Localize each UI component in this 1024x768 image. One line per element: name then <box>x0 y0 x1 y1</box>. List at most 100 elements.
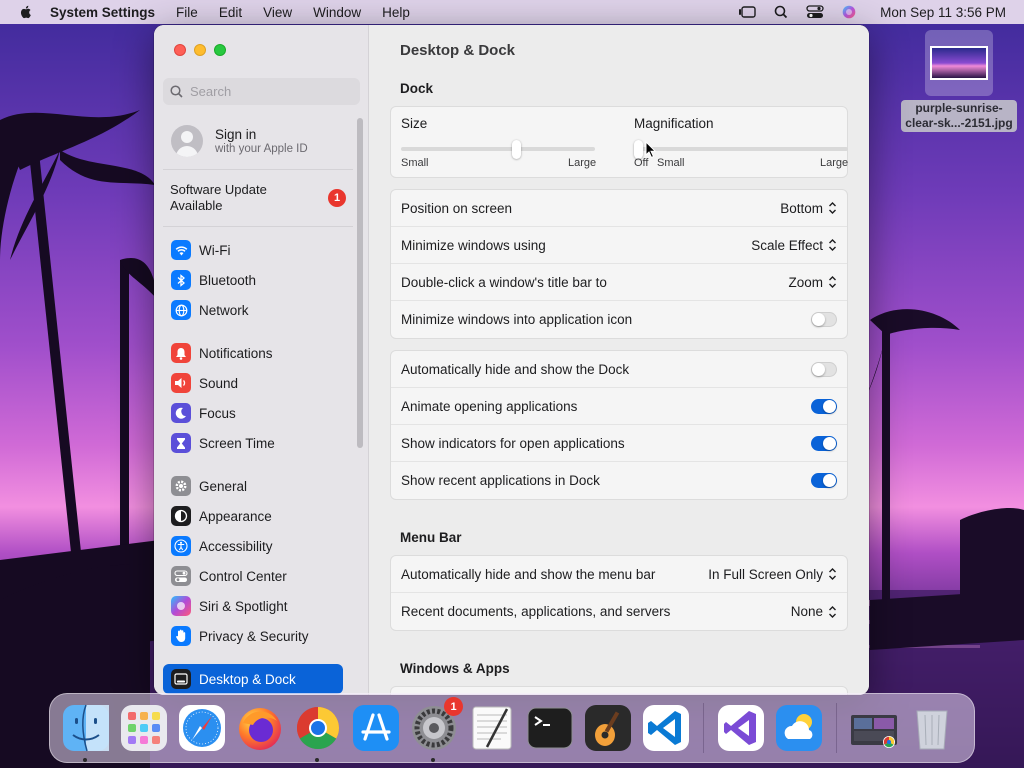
size-slider-knob[interactable] <box>512 140 521 159</box>
recent-documents-popup[interactable]: None <box>791 604 837 619</box>
siri-icon <box>171 596 191 616</box>
menu-help[interactable]: Help <box>382 5 410 20</box>
dock-garageband[interactable] <box>583 703 633 753</box>
sidebar-item-notifications[interactable]: Notifications <box>163 338 353 368</box>
size-slider-track[interactable] <box>401 147 595 151</box>
animate-opening-apps-toggle[interactable] <box>811 398 837 414</box>
auto-hide-menu-bar-popup[interactable]: In Full Screen Only <box>708 567 837 582</box>
sidebar-scrollbar[interactable] <box>357 118 363 448</box>
menu-view[interactable]: View <box>263 5 292 20</box>
dock-size-magnification-card: Size Small Large Magnification Off Small… <box>390 106 848 178</box>
sidebar-item-control-center[interactable]: Control Center <box>163 561 353 591</box>
dock-visual-studio[interactable] <box>716 703 766 753</box>
sidebar-item-wifi[interactable]: Wi-Fi <box>163 235 353 265</box>
recent-documents-row: Recent documents, applications, and serv… <box>391 593 847 630</box>
spotlight-icon[interactable] <box>772 5 790 19</box>
section-title-dock: Dock <box>400 81 434 96</box>
section-title-menu-bar: Menu Bar <box>400 530 462 545</box>
magnification-slider-track[interactable] <box>634 147 848 151</box>
sidebar-item-sound[interactable]: Sound <box>163 368 353 398</box>
row-label: Automatically hide and show the menu bar <box>401 566 656 582</box>
sidebar-item-label: Siri & Spotlight <box>199 598 288 614</box>
dock-launchpad[interactable] <box>119 703 169 753</box>
dock-downloads-stack[interactable] <box>849 703 899 753</box>
size-slider-group: Size Small Large <box>401 116 604 169</box>
row-label: Minimize windows into application icon <box>401 312 633 327</box>
accessibility-icon <box>171 536 191 556</box>
sidebar-group-general: General Appearance Accessibility Control… <box>163 471 353 651</box>
row-label: Show recent applications in Dock <box>401 473 600 488</box>
dock-app-store[interactable] <box>351 703 401 753</box>
control-center-menubar-icon[interactable] <box>806 5 824 19</box>
popup-value: Bottom <box>780 200 823 216</box>
desktop-file-label: purple-sunrise- clear-sk...-2151.jpg <box>901 100 1017 132</box>
dock-chrome[interactable] <box>293 703 343 762</box>
size-max-label: Large <box>568 157 597 169</box>
apple-menu-icon[interactable] <box>18 4 34 20</box>
menubar-clock[interactable]: Mon Sep 11 3:56 PM <box>880 5 1006 20</box>
dock-terminal[interactable] <box>525 703 575 753</box>
dock-separator <box>703 703 704 753</box>
running-indicator <box>315 758 319 762</box>
sidebar-item-bluetooth[interactable]: Bluetooth <box>163 265 353 295</box>
sidebar-item-label: Appearance <box>199 508 272 524</box>
sidebar-item-focus[interactable]: Focus <box>163 398 353 428</box>
search-icon <box>170 85 183 98</box>
sidebar-item-desktop-dock[interactable]: Desktop & Dock <box>163 664 343 694</box>
dock-firefox[interactable] <box>235 703 285 753</box>
account-sub: with your Apple ID <box>215 143 308 155</box>
minimize-effect-popup[interactable]: Scale Effect <box>751 238 837 253</box>
dock-safari[interactable] <box>177 703 227 753</box>
sidebar-item-label: Focus <box>199 405 236 421</box>
update-badge: 1 <box>328 189 346 207</box>
popup-value: None <box>790 604 823 619</box>
zoom-button[interactable] <box>214 44 226 56</box>
chrome-icon <box>296 707 340 750</box>
apple-id-sign-in[interactable]: Sign in with your Apple ID <box>163 118 353 170</box>
menu-window[interactable]: Window <box>313 5 361 20</box>
auto-hide-dock-toggle[interactable] <box>811 361 837 377</box>
sidebar-item-screen-time[interactable]: Screen Time <box>163 428 353 458</box>
app-store-icon <box>353 705 399 751</box>
sidebar-item-appearance[interactable]: Appearance <box>163 501 353 531</box>
textedit-icon <box>472 706 512 750</box>
sidebar-item-general[interactable]: General <box>163 471 353 501</box>
sidebar-item-label: Bluetooth <box>199 272 257 288</box>
minimize-into-app-icon-toggle[interactable] <box>811 312 837 327</box>
dock-trash[interactable] <box>907 703 957 753</box>
sidebar-item-accessibility[interactable]: Accessibility <box>163 531 353 561</box>
show-recent-apps-row: Show recent applications in Dock <box>391 462 847 499</box>
bluetooth-icon <box>171 270 191 290</box>
minimize-button[interactable] <box>194 44 206 56</box>
close-button[interactable] <box>174 44 186 56</box>
position-on-screen-popup[interactable]: Bottom <box>780 201 837 216</box>
wifi-icon <box>171 240 191 260</box>
dock-system-settings[interactable]: 1 <box>409 697 463 762</box>
dock-textedit[interactable] <box>467 703 517 753</box>
magnification-max-label: Large <box>820 157 849 169</box>
menu-edit[interactable]: Edit <box>219 5 242 20</box>
double-click-action-popup[interactable]: Zoom <box>788 275 837 290</box>
stage-manager-icon[interactable] <box>738 5 756 19</box>
dock-vscode[interactable] <box>641 703 691 753</box>
menu-bar-card: Automatically hide and show the menu bar… <box>390 555 848 631</box>
dock-finder[interactable] <box>61 703 111 762</box>
sidebar-item-siri-spotlight[interactable]: Siri & Spotlight <box>163 591 353 621</box>
menu-app-name[interactable]: System Settings <box>50 5 155 20</box>
desktop-file-item[interactable]: purple-sunrise- clear-sk...-2151.jpg <box>897 30 1021 132</box>
show-indicators-toggle[interactable] <box>811 435 837 451</box>
menu-file[interactable]: File <box>176 5 198 20</box>
dock-weather[interactable] <box>774 703 824 753</box>
software-update-item[interactable]: Software Update Available 1 <box>163 182 353 227</box>
sidebar-item-network[interactable]: Network <box>163 295 353 325</box>
show-recent-apps-toggle[interactable] <box>811 473 837 488</box>
sidebar-item-privacy-security[interactable]: Privacy & Security <box>163 621 353 651</box>
row-label: Minimize windows using <box>401 237 546 253</box>
software-update-line1: Software Update <box>170 182 267 197</box>
popup-value: Scale Effect <box>751 237 823 253</box>
running-indicator <box>83 758 87 762</box>
search-input[interactable]: Search <box>163 78 360 105</box>
siri-menubar-icon[interactable] <box>840 5 858 19</box>
hand-icon <box>171 626 191 646</box>
safari-icon <box>179 705 225 751</box>
